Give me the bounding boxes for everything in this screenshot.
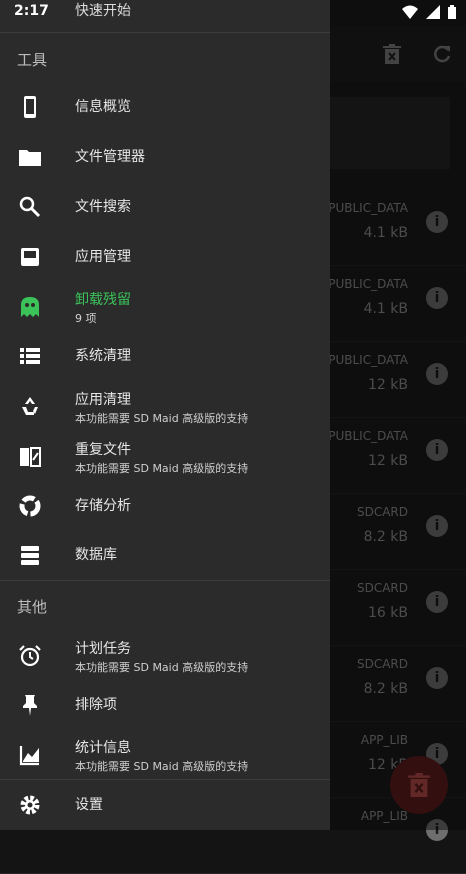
drawer-item-explorer[interactable]: 文件管理器 [0, 132, 330, 182]
alarm-clock-icon [19, 645, 41, 667]
drawer-item-appcleaner[interactable]: 应用清理 本功能需要 SD Maid 高级版的支持 [0, 382, 330, 432]
ghost-icon [21, 297, 39, 317]
drawer-item-appcontrol[interactable]: 应用管理 [0, 232, 330, 282]
drawer-item-searcher[interactable]: 文件搜索 [0, 182, 330, 232]
drawer-item-storage-analyzer[interactable]: 存储分析 [0, 481, 330, 531]
drawer-item-duplicates[interactable]: 重复文件 本功能需要 SD Maid 高级版的支持 [0, 432, 330, 482]
list-icon [20, 348, 40, 364]
drawer-item-settings[interactable]: 设置 [0, 780, 330, 830]
navigation-drawer: 快速开始 工具 信息概览 文件管理器 文件搜索 应用管理 卸载残留 9 项 系统… [0, 0, 330, 830]
signal-icon [426, 5, 440, 19]
drawer-item-systemcleaner[interactable]: 系统清理 [0, 331, 330, 381]
drawer-item-exclusions[interactable]: 排除项 [0, 680, 330, 730]
compare-icon [20, 447, 41, 467]
database-icon [21, 546, 39, 565]
wifi-icon [402, 5, 418, 19]
drawer-item-scheduler[interactable]: 计划任务 本功能需要 SD Maid 高级版的支持 [0, 631, 330, 681]
drawer-item-databases[interactable]: 数据库 [0, 530, 330, 580]
search-icon [19, 196, 41, 218]
folder-icon [19, 150, 41, 166]
drawer-item-overview[interactable]: 信息概览 [0, 82, 330, 132]
pin-icon [23, 695, 37, 716]
app-box-icon [21, 248, 39, 266]
chart-icon [19, 746, 39, 766]
section-header-tools: 工具 [17, 51, 48, 69]
smartphone-icon [24, 96, 36, 118]
drawer-item-corpsefinder[interactable]: 卸载残留 9 项 [0, 282, 330, 332]
status-bar: 2:17 [0, 0, 466, 26]
drawer-item-statistics[interactable]: 统计信息 本功能需要 SD Maid 高级版的支持 [0, 730, 330, 780]
section-header-other: 其他 [17, 598, 48, 616]
divider [0, 32, 330, 33]
recycle-icon [22, 397, 38, 415]
battery-icon [448, 5, 456, 19]
status-time: 2:17 [14, 3, 49, 19]
donut-chart-icon [19, 495, 41, 517]
gear-icon [20, 795, 40, 815]
divider [0, 580, 330, 581]
